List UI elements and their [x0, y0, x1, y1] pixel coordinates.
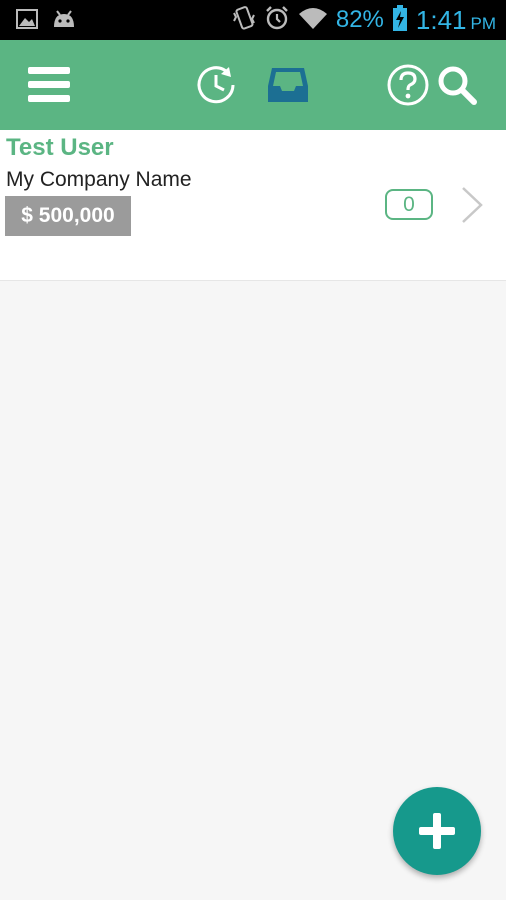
wifi-icon — [298, 6, 328, 35]
search-icon[interactable] — [436, 64, 478, 106]
help-icon[interactable] — [386, 63, 430, 107]
plus-icon — [419, 813, 455, 849]
vibrate-icon — [232, 5, 256, 36]
battery-charging-icon — [392, 4, 408, 36]
add-button[interactable] — [393, 787, 481, 875]
clock-time: 1:41 — [415, 4, 467, 35]
android-icon — [52, 10, 76, 33]
menu-icon[interactable] — [28, 65, 70, 105]
chevron-right-icon[interactable] — [460, 186, 484, 224]
battery-percent: 82% — [335, 6, 384, 33]
image-icon — [16, 9, 38, 34]
status-bar: 82% 1:41 PM — [0, 0, 506, 40]
company-name: My Company Name — [6, 168, 192, 191]
inbox-icon[interactable] — [266, 66, 310, 104]
history-icon[interactable] — [195, 63, 239, 107]
app-bar — [0, 40, 506, 130]
contact-name: Test User — [6, 134, 114, 161]
clock-ampm: PM — [470, 13, 497, 33]
count-badge: 0 — [385, 189, 433, 220]
contact-list-item[interactable]: Test User My Company Name $ 500,000 0 — [0, 130, 506, 281]
alarm-icon — [264, 5, 290, 36]
amount-badge: $ 500,000 — [5, 196, 131, 236]
